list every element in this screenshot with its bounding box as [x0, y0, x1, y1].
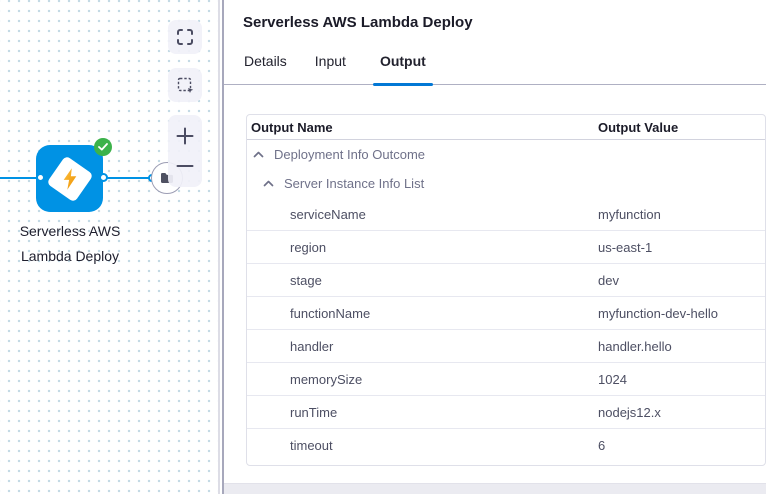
group-label: Deployment Info Outcome	[274, 147, 425, 162]
tab-bar: Details Input Output	[224, 53, 766, 85]
column-header-output-name: Output Name	[247, 120, 598, 135]
output-table-header: Output Name Output Value	[247, 115, 765, 140]
tab-details[interactable]: Details	[243, 53, 288, 84]
output-value: 6	[598, 438, 765, 453]
tab-output[interactable]: Output	[373, 53, 433, 84]
minus-icon	[176, 157, 194, 175]
step-details-panel: Serverless AWS Lambda Deploy Details Inpu…	[224, 0, 766, 494]
collapse-toggle[interactable]	[263, 180, 274, 187]
tab-input[interactable]: Input	[314, 53, 347, 84]
lambda-diamond	[46, 155, 93, 202]
output-name: timeout	[247, 438, 598, 453]
output-row-stage: stagedev	[247, 264, 765, 297]
pipeline-canvas[interactable]: Serverless AWS Lambda Deploy	[0, 0, 218, 494]
output-row-timeout: timeout6	[247, 429, 765, 462]
output-row-memorySize: memorySize1024	[247, 363, 765, 396]
node-label: Serverless AWS Lambda Deploy	[0, 219, 140, 269]
node-port-left	[36, 173, 45, 182]
output-name: memorySize	[247, 372, 598, 387]
collapse-toggle[interactable]	[253, 151, 264, 158]
output-value: us-east-1	[598, 240, 765, 255]
output-name: region	[247, 240, 598, 255]
output-table: Output Name Output Value Deployment Info…	[246, 114, 766, 466]
output-value: dev	[598, 273, 765, 288]
lambda-lightning-icon	[61, 167, 79, 191]
output-table-body: Deployment Info Outcome Server Instance I…	[247, 140, 765, 462]
output-name: functionName	[247, 306, 598, 321]
zoom-controls	[168, 115, 202, 187]
status-success-badge	[94, 138, 112, 156]
output-name: stage	[247, 273, 598, 288]
zoom-in-button[interactable]	[168, 122, 202, 150]
output-value: myfunction-dev-hello	[598, 306, 765, 321]
step-node-serverless-lambda-deploy[interactable]	[36, 145, 103, 212]
marquee-select-button[interactable]	[168, 68, 202, 102]
output-value: handler.hello	[598, 339, 765, 354]
output-name: runTime	[247, 405, 598, 420]
output-row-runTime: runTimenodejs12.x	[247, 396, 765, 429]
zoom-out-button[interactable]	[168, 152, 202, 180]
fit-view-icon	[177, 29, 193, 45]
output-group-row[interactable]: Server Instance Info List	[247, 169, 765, 198]
output-value: nodejs12.x	[598, 405, 765, 420]
check-icon	[98, 143, 108, 151]
node-label-line1: Serverless AWS	[0, 219, 140, 244]
edge-outgoing	[103, 177, 153, 179]
column-header-output-value: Output Value	[598, 120, 765, 135]
output-row-region: regionus-east-1	[247, 231, 765, 264]
output-name: serviceName	[247, 207, 598, 222]
fit-view-button[interactable]	[168, 20, 202, 54]
output-row-functionName: functionNamemyfunction-dev-hello	[247, 297, 765, 330]
output-row-handler: handlerhandler.hello	[247, 330, 765, 363]
chevron-up-icon[interactable]	[263, 180, 274, 187]
output-value: 1024	[598, 372, 765, 387]
canvas-panel-divider	[218, 0, 220, 494]
output-group-row[interactable]: Deployment Info Outcome	[247, 140, 765, 169]
marquee-select-icon	[177, 77, 194, 94]
group-label: Server Instance Info List	[284, 176, 424, 191]
output-value: myfunction	[598, 207, 765, 222]
plus-icon	[176, 127, 194, 145]
chevron-up-icon[interactable]	[253, 151, 264, 158]
panel-bottom-strip	[224, 483, 766, 494]
output-row-serviceName: serviceNamemyfunction	[247, 198, 765, 231]
node-port-right	[99, 173, 108, 182]
output-name: handler	[247, 339, 598, 354]
node-label-line2: Lambda Deploy	[0, 244, 140, 269]
panel-title: Serverless AWS Lambda Deploy	[224, 0, 766, 31]
